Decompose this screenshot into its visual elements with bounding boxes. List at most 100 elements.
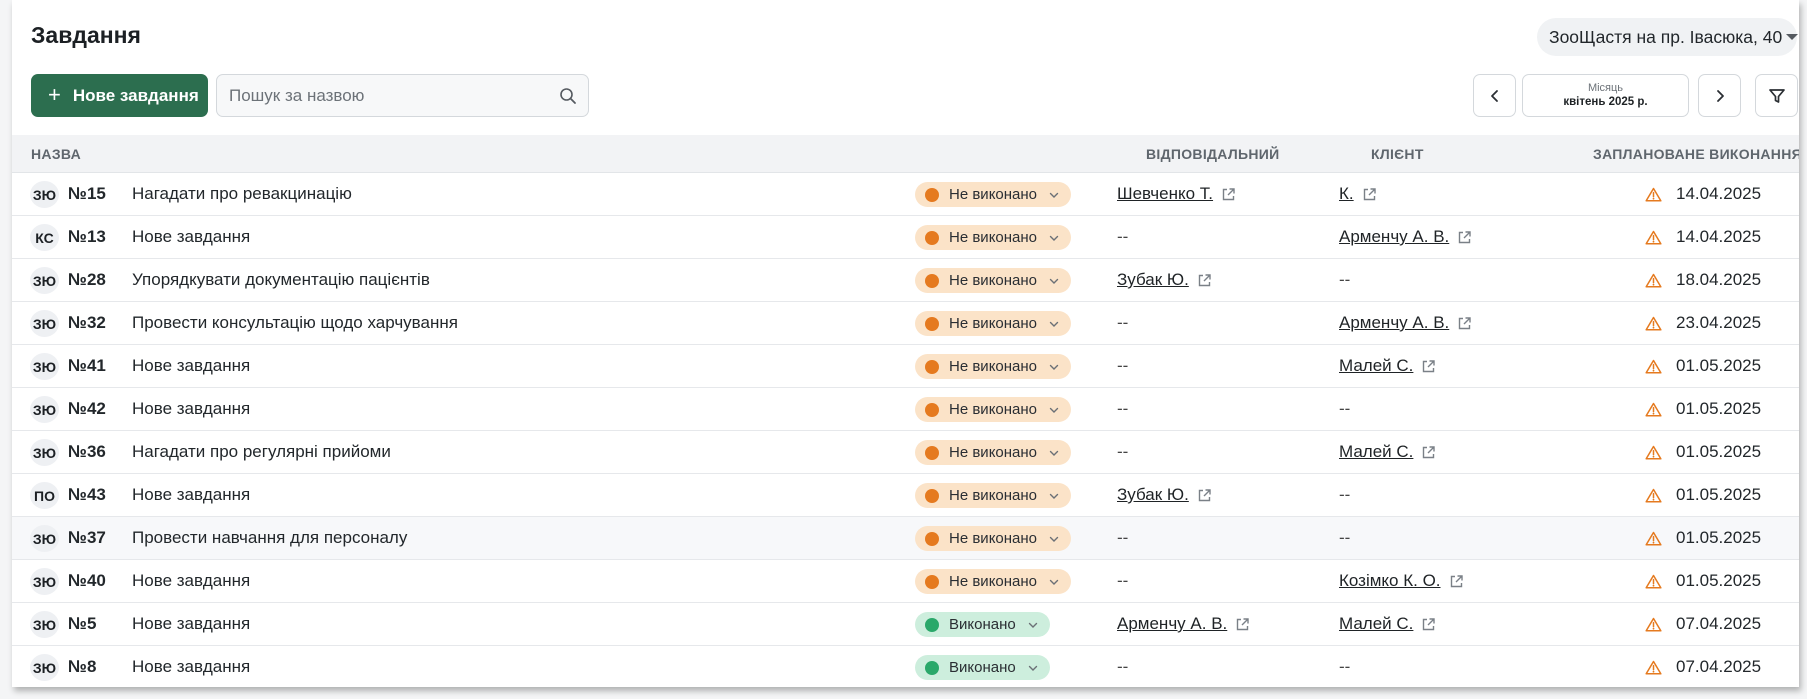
task-number[interactable]: №41 [68, 345, 106, 387]
client-link[interactable]: Малей С. [1339, 614, 1413, 634]
status-dropdown[interactable]: Виконано [915, 655, 1050, 680]
task-number[interactable]: №36 [68, 431, 106, 473]
task-number[interactable]: №13 [68, 216, 106, 258]
external-link-icon[interactable] [1421, 445, 1436, 460]
new-task-button[interactable]: + Нове завдання [31, 74, 208, 117]
task-title[interactable]: Нове завдання [132, 560, 250, 602]
task-title[interactable]: Провести навчання для персоналу [132, 517, 407, 559]
status-dropdown[interactable]: Не виконано [915, 182, 1072, 207]
task-title[interactable]: Нагадати про ревакцинацію [132, 173, 352, 215]
task-title[interactable]: Нове завдання [132, 603, 250, 645]
table-row[interactable]: КС №13 Нове завдання Не виконано -- Арменчу А… [12, 216, 1799, 259]
status-dropdown[interactable]: Не виконано [915, 440, 1072, 465]
table-row[interactable]: ЗЮ №42 Нове завдання Не виконано -- -- 01.05.2… [12, 388, 1799, 431]
external-link-icon[interactable] [1221, 187, 1236, 202]
client-link[interactable]: Козімко К. О. [1339, 571, 1441, 591]
table-row[interactable]: ЗЮ №28 Упорядкувати документацію пацієнтів… [12, 259, 1799, 302]
external-link-icon[interactable] [1197, 488, 1212, 503]
status-dropdown[interactable]: Не виконано [915, 225, 1072, 250]
table-row[interactable]: ЗЮ №40 Нове завдання Не виконано -- Козімко К… [12, 560, 1799, 603]
warning-icon [1645, 603, 1662, 645]
client-link[interactable]: Арменчу А. В. [1339, 313, 1449, 333]
task-number[interactable]: №28 [68, 259, 106, 301]
next-period-button[interactable] [1698, 74, 1741, 117]
column-responsible[interactable]: ВІДПОВІДАЛЬНИЙ [1146, 146, 1280, 162]
task-title[interactable]: Нове завдання [132, 646, 250, 687]
filter-button[interactable] [1755, 74, 1798, 117]
responsible-empty: -- [1117, 657, 1129, 676]
task-title[interactable]: Провести консультацію щодо харчування [132, 302, 458, 344]
column-name[interactable]: НАЗВА [31, 146, 81, 162]
table-row[interactable]: ПО №43 Нове завдання Не виконано Зубак Ю. -- 0… [12, 474, 1799, 517]
task-number[interactable]: №42 [68, 388, 106, 430]
task-number[interactable]: №37 [68, 517, 106, 559]
table-row[interactable]: ЗЮ №32 Провести консультацію щодо харчуван… [12, 302, 1799, 345]
column-client[interactable]: КЛІЄНТ [1371, 146, 1424, 162]
task-title[interactable]: Нове завдання [132, 345, 250, 387]
task-number[interactable]: №5 [68, 603, 96, 645]
status-dropdown[interactable]: Не виконано [915, 397, 1072, 422]
prev-period-button[interactable] [1473, 74, 1516, 117]
status-dropdown[interactable]: Не виконано [915, 268, 1072, 293]
task-number[interactable]: №43 [68, 474, 106, 516]
task-number[interactable]: №32 [68, 302, 106, 344]
table-row[interactable]: ЗЮ №36 Нагадати про регулярні прийоми Не ви… [12, 431, 1799, 474]
task-number[interactable]: №15 [68, 173, 106, 215]
task-title[interactable]: Нове завдання [132, 216, 250, 258]
client-link[interactable]: Малей С. [1339, 442, 1413, 462]
warning-icon [1645, 517, 1662, 559]
task-title[interactable]: Нове завдання [132, 388, 250, 430]
responsible-link[interactable]: Зубак Ю. [1117, 270, 1189, 290]
status-dropdown[interactable]: Не виконано [915, 354, 1072, 379]
status-dropdown[interactable]: Не виконано [915, 311, 1072, 336]
responsible-cell: Зубак Ю. [1117, 474, 1212, 516]
task-title[interactable]: Нове завдання [132, 474, 250, 516]
page-title: Завдання [31, 22, 141, 48]
warning-icon [1645, 302, 1662, 344]
column-planned[interactable]: ЗАПЛАНОВАНЕ ВИКОНАННЯ [1593, 146, 1799, 162]
external-link-icon[interactable] [1197, 273, 1212, 288]
client-link[interactable]: К. [1339, 184, 1354, 204]
table-row[interactable]: ЗЮ №15 Нагадати про ревакцинацію Не виконан… [12, 173, 1799, 216]
task-title[interactable]: Упорядкувати документацію пацієнтів [132, 259, 430, 301]
task-number[interactable]: №8 [68, 646, 96, 687]
external-link-icon[interactable] [1457, 316, 1472, 331]
external-link-icon[interactable] [1421, 617, 1436, 632]
status-dropdown[interactable]: Не виконано [915, 526, 1072, 551]
external-link-icon[interactable] [1457, 230, 1472, 245]
status-dot-icon [925, 316, 939, 331]
avatar: ЗЮ [30, 267, 59, 294]
responsible-cell: -- [1117, 216, 1128, 258]
status-dropdown[interactable]: Виконано [915, 612, 1050, 637]
search-icon[interactable] [548, 87, 588, 105]
avatar: ЗЮ [30, 181, 59, 208]
search-input[interactable] [217, 75, 548, 116]
responsible-link[interactable]: Шевченко Т. [1117, 184, 1213, 204]
plus-icon: + [48, 81, 61, 107]
avatar: ЗЮ [30, 439, 59, 466]
client-link[interactable]: Малей С. [1339, 356, 1413, 376]
external-link-icon[interactable] [1421, 359, 1436, 374]
table-row[interactable]: ЗЮ №5 Нове завдання Виконано Арменчу А. В. Ма… [12, 603, 1799, 646]
external-link-icon[interactable] [1362, 187, 1377, 202]
responsible-link[interactable]: Арменчу А. В. [1117, 614, 1227, 634]
warning-icon [1645, 216, 1662, 258]
task-number[interactable]: №40 [68, 560, 106, 602]
client-empty: -- [1339, 528, 1351, 547]
table-row[interactable]: ЗЮ №41 Нове завдання Не виконано -- Малей С. 0… [12, 345, 1799, 388]
period-picker[interactable]: Місяць квітень 2025 р. [1522, 74, 1689, 117]
client-link[interactable]: Арменчу А. В. [1339, 227, 1449, 247]
warning-icon [1645, 173, 1662, 215]
clinic-selector[interactable]: ЗооЩастя на пр. Івасюка, 40 [1537, 18, 1799, 56]
table-row[interactable]: ЗЮ №37 Провести навчання для персоналу Не в… [12, 517, 1799, 560]
external-link-icon[interactable] [1449, 574, 1464, 589]
external-link-icon[interactable] [1235, 617, 1250, 632]
task-title[interactable]: Нагадати про регулярні прийоми [132, 431, 391, 473]
responsible-link[interactable]: Зубак Ю. [1117, 485, 1189, 505]
avatar: КС [30, 224, 59, 251]
table-row[interactable]: ЗЮ №8 Нове завдання Виконано -- -- 07.04.2025 [12, 646, 1799, 687]
status-dropdown[interactable]: Не виконано [915, 483, 1072, 508]
warning-icon [1645, 474, 1662, 516]
avatar: ЗЮ [30, 396, 59, 423]
status-dropdown[interactable]: Не виконано [915, 569, 1072, 594]
